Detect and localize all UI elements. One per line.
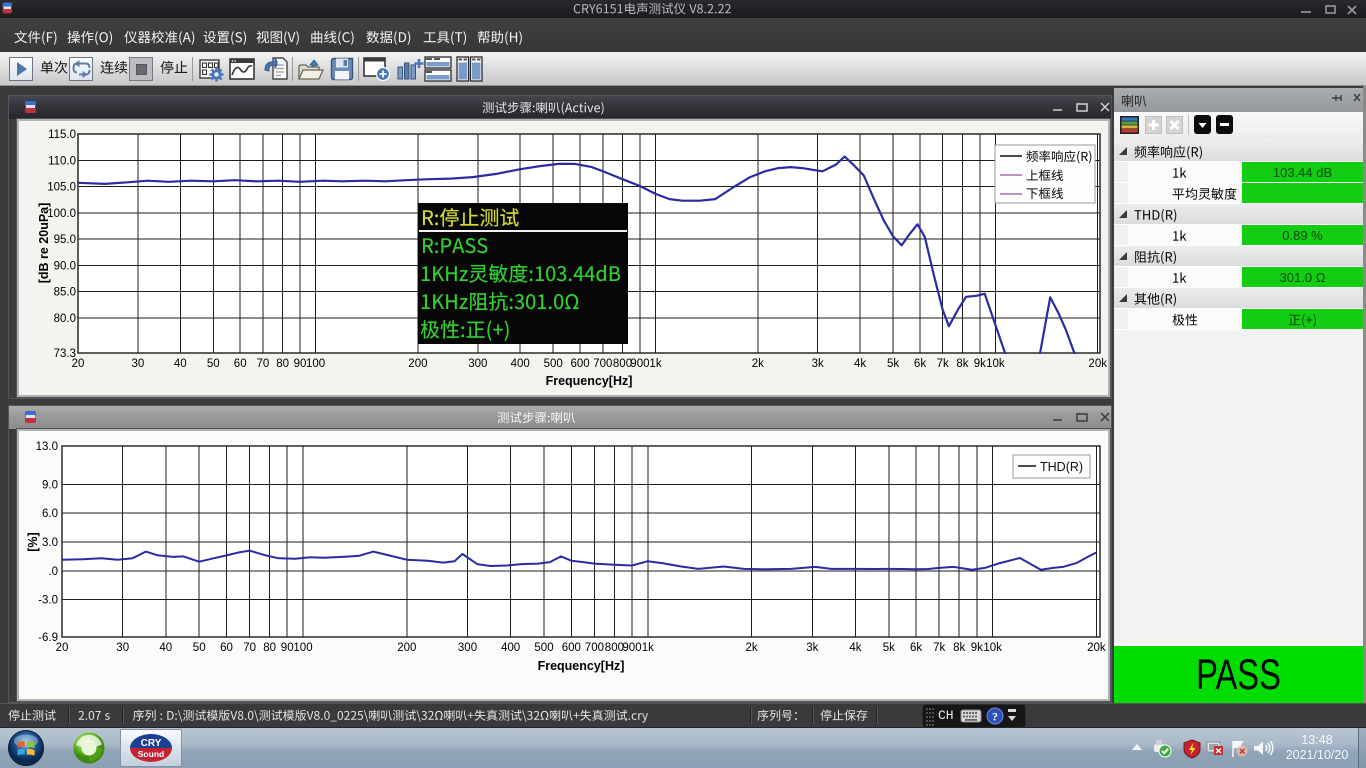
svg-text:9k: 9k (974, 358, 986, 370)
svg-text:[%]: [%] (26, 532, 40, 551)
svg-text:85.0: 85.0 (54, 287, 76, 299)
svg-text:90: 90 (294, 358, 307, 370)
svg-text:500: 500 (544, 358, 563, 370)
svg-text:6.0: 6.0 (42, 508, 58, 520)
svg-text:400: 400 (501, 642, 520, 654)
svg-text:200: 200 (397, 642, 416, 654)
svg-text:8k: 8k (956, 358, 968, 370)
svg-text:80: 80 (276, 358, 289, 370)
svg-text:2k: 2k (752, 358, 764, 370)
svg-text:600: 600 (562, 642, 581, 654)
svg-text:1k: 1k (649, 358, 661, 370)
svg-text:40: 40 (159, 642, 172, 654)
svg-text:40: 40 (174, 358, 187, 370)
svg-text:5k: 5k (883, 642, 895, 654)
svg-text:13.0: 13.0 (36, 441, 58, 453)
svg-text:5k: 5k (887, 358, 899, 370)
svg-text:.0: .0 (48, 566, 58, 578)
svg-text:Frequency[Hz]: Frequency[Hz] (538, 659, 625, 673)
svg-text:110.0: 110.0 (48, 155, 76, 167)
svg-text:CRY: CRY (141, 738, 162, 749)
svg-text:800: 800 (605, 642, 624, 654)
svg-text:700: 700 (593, 358, 612, 370)
svg-text:300: 300 (468, 358, 487, 370)
svg-text:100: 100 (293, 642, 312, 654)
svg-text:THD(R): THD(R) (1040, 460, 1083, 474)
svg-text:20: 20 (56, 642, 69, 654)
svg-text:115.0: 115.0 (48, 129, 76, 141)
svg-text:900: 900 (630, 358, 649, 370)
svg-text:200: 200 (408, 358, 427, 370)
svg-text:3k: 3k (806, 642, 818, 654)
svg-text:900: 900 (622, 642, 641, 654)
svg-text:20: 20 (72, 358, 85, 370)
svg-text:600: 600 (571, 358, 590, 370)
svg-text:95.0: 95.0 (54, 234, 76, 246)
svg-text:4k: 4k (854, 358, 866, 370)
svg-text:100: 100 (306, 358, 325, 370)
svg-text:3.0: 3.0 (42, 537, 58, 549)
svg-text:4k: 4k (849, 642, 861, 654)
svg-text:50: 50 (207, 358, 220, 370)
svg-text:[dB re 20uPa]: [dB re 20uPa] (37, 203, 51, 284)
svg-text:30: 30 (132, 358, 145, 370)
svg-text:400: 400 (511, 358, 530, 370)
svg-text:9k: 9k (971, 642, 983, 654)
svg-text:10k: 10k (983, 642, 1002, 654)
svg-text:?: ? (992, 710, 998, 724)
svg-text:7k: 7k (933, 642, 945, 654)
svg-text:300: 300 (458, 642, 477, 654)
svg-text:2k: 2k (746, 642, 758, 654)
svg-text:500: 500 (534, 642, 553, 654)
svg-text:Sound: Sound (138, 749, 164, 759)
svg-text:70: 70 (243, 642, 256, 654)
svg-text:80.0: 80.0 (54, 313, 76, 325)
svg-text:1k: 1k (642, 642, 654, 654)
svg-text:90: 90 (281, 642, 294, 654)
svg-text:3k: 3k (812, 358, 824, 370)
svg-text:60: 60 (234, 358, 247, 370)
svg-text:30: 30 (116, 642, 129, 654)
svg-text:20k: 20k (1087, 642, 1106, 654)
svg-text:20k: 20k (1088, 358, 1107, 370)
svg-text:700: 700 (585, 642, 604, 654)
svg-text:80: 80 (263, 642, 276, 654)
svg-text:70: 70 (257, 358, 270, 370)
svg-text:50: 50 (193, 642, 206, 654)
svg-text:-3.0: -3.0 (38, 595, 58, 607)
svg-text:90.0: 90.0 (54, 260, 76, 272)
svg-text:100.0: 100.0 (47, 208, 76, 220)
svg-text:Frequency[Hz]: Frequency[Hz] (546, 374, 633, 388)
svg-text:7k: 7k (937, 358, 949, 370)
svg-text:800: 800 (613, 358, 632, 370)
svg-text:6k: 6k (910, 642, 922, 654)
svg-text:8k: 8k (953, 642, 965, 654)
svg-text:9.0: 9.0 (42, 479, 58, 491)
svg-text:105.0: 105.0 (47, 182, 76, 194)
svg-text:60: 60 (220, 642, 233, 654)
svg-text:10k: 10k (986, 358, 1005, 370)
svg-text:6k: 6k (914, 358, 926, 370)
